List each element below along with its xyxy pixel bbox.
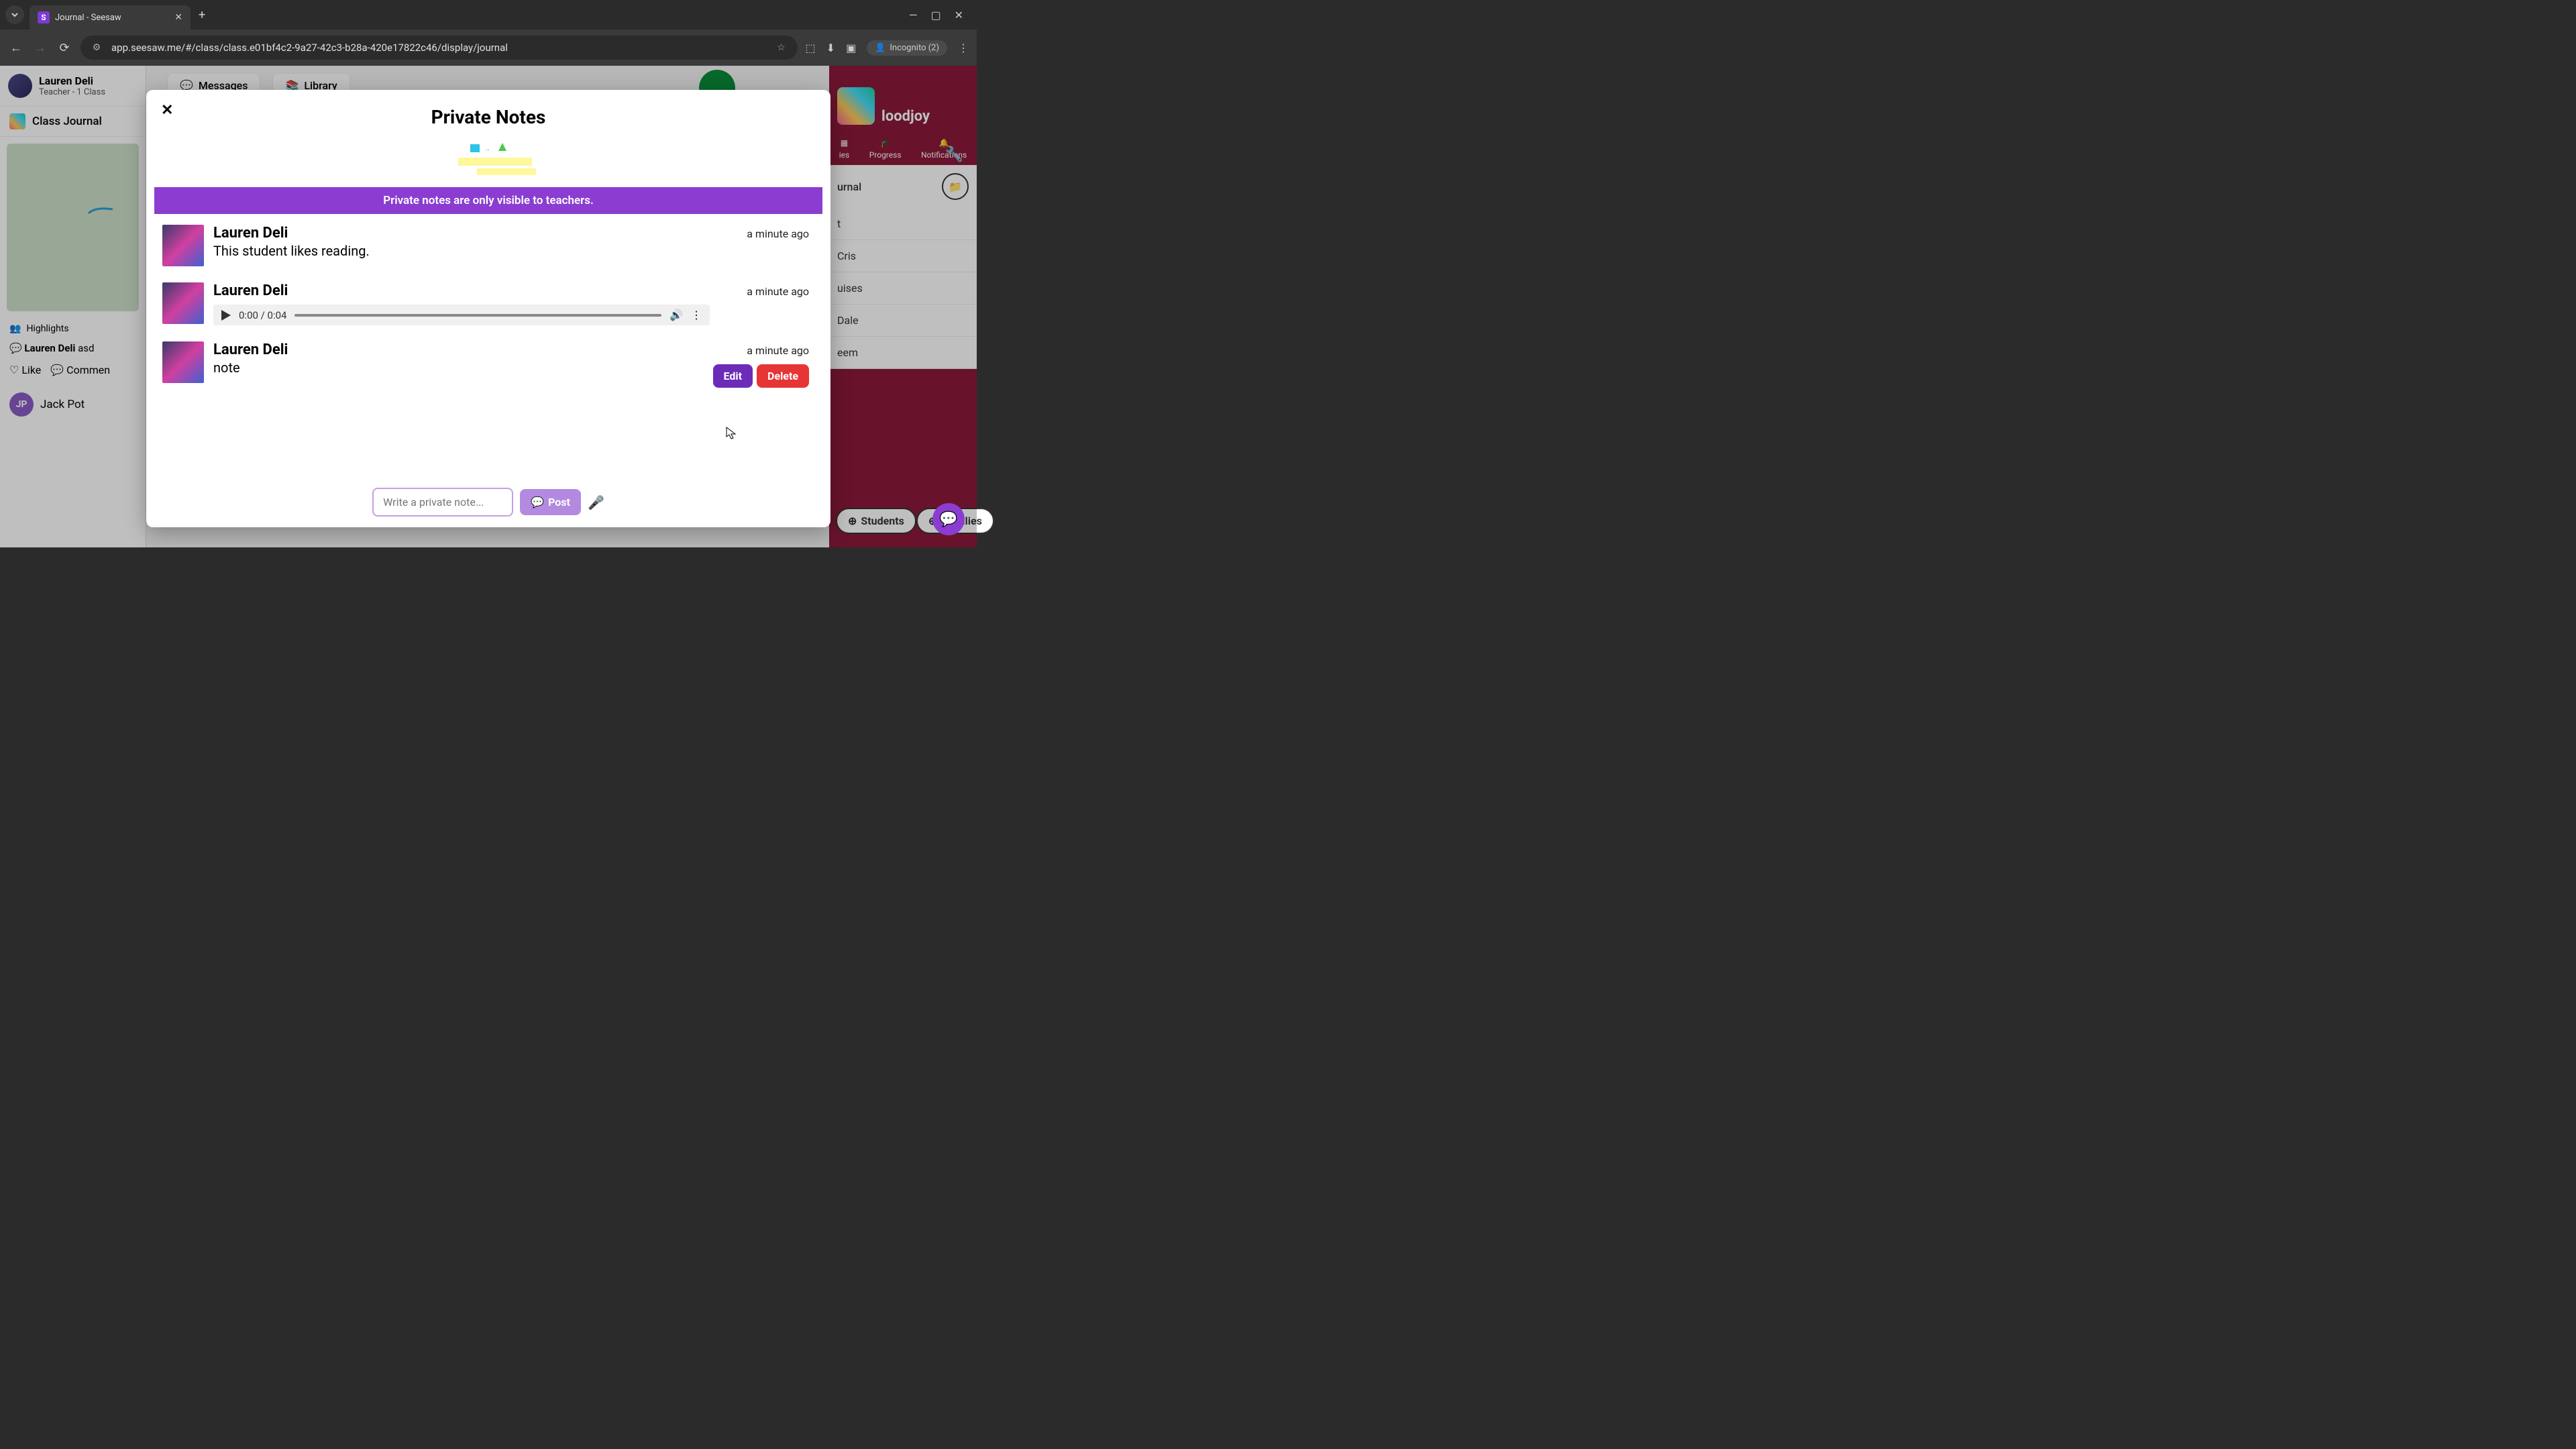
play-button[interactable]: [221, 310, 231, 321]
modal-title: Private Notes: [146, 90, 830, 136]
audio-menu-icon[interactable]: ⋮: [691, 309, 702, 321]
incognito-label: Incognito (2): [890, 43, 939, 53]
browser-tab-strip: S Journal - Seesaw ✕ + — ▢ ✕: [0, 0, 977, 30]
note-timestamp: a minute ago: [747, 227, 809, 240]
chat-bubble-icon: 💬: [939, 511, 957, 528]
thumb-highlight: [477, 168, 536, 175]
post-button[interactable]: 💬 Post: [520, 489, 581, 515]
url-text: app.seesaw.me/#/class/class.e01bf4c2-9a2…: [111, 42, 767, 54]
window-controls: — ▢ ✕: [909, 9, 971, 21]
tab-close-button[interactable]: ✕: [174, 12, 182, 23]
extensions-icon[interactable]: ⬚: [806, 42, 816, 54]
downloads-icon[interactable]: ⬇: [826, 42, 835, 54]
audio-scrubber[interactable]: [294, 314, 661, 317]
note-author: Lauren Deli: [213, 282, 814, 299]
note-avatar: [162, 341, 204, 383]
modal-close-button[interactable]: ✕: [161, 102, 173, 119]
modal-footer: 💬 Post 🎤: [146, 477, 830, 527]
maximize-button[interactable]: ▢: [930, 9, 941, 21]
site-settings-icon[interactable]: ⚙: [89, 40, 105, 56]
note-author: Lauren Deli: [213, 341, 814, 358]
note-text: This student likes reading.: [213, 243, 814, 259]
close-window-button[interactable]: ✕: [955, 9, 963, 21]
note-timestamp: a minute ago: [747, 344, 809, 357]
incognito-icon: 👤: [875, 43, 885, 53]
browser-tab[interactable]: S Journal - Seesaw ✕: [30, 5, 191, 30]
reload-button[interactable]: ⟳: [56, 41, 72, 55]
notes-list: Lauren Deli This student likes reading. …: [146, 214, 830, 477]
incognito-badge[interactable]: 👤 Incognito (2): [867, 40, 947, 56]
thumb-highlight: [458, 158, 532, 166]
chevron-down-icon: [11, 11, 19, 19]
edit-button[interactable]: Edit: [713, 364, 753, 388]
seesaw-favicon: S: [38, 11, 50, 23]
audio-player: 0:00 / 0:04 🔊 ⋮: [213, 305, 710, 325]
tab-title: Journal - Seesaw: [55, 13, 169, 23]
volume-icon[interactable]: 🔊: [669, 309, 683, 321]
visibility-banner: Private notes are only visible to teache…: [154, 187, 822, 214]
note-avatar: [162, 225, 204, 266]
note-actions: Edit Delete: [713, 364, 809, 388]
note-input[interactable]: [372, 488, 513, 517]
audio-time: 0:00 / 0:04: [239, 309, 286, 321]
tab-search-dropdown[interactable]: [5, 5, 24, 24]
help-chat-fab[interactable]: 💬: [932, 503, 965, 535]
microphone-button[interactable]: 🎤: [588, 494, 604, 511]
note-item: Lauren Deli 0:00 / 0:04 🔊 ⋮ a minute ago: [162, 282, 814, 325]
delete-button[interactable]: Delete: [757, 364, 809, 388]
thumb-triangle: [498, 143, 506, 151]
private-notes-modal: ✕ Private Notes → Private notes are only…: [146, 90, 830, 527]
chat-icon: 💬: [531, 496, 544, 508]
thumb-arrow: →: [484, 146, 490, 153]
new-tab-button[interactable]: +: [199, 8, 205, 22]
note-author: Lauren Deli: [213, 225, 814, 241]
minimize-button[interactable]: —: [909, 9, 918, 21]
note-item: Lauren Deli note a minute ago Edit Delet…: [162, 341, 814, 383]
note-timestamp: a minute ago: [747, 285, 809, 298]
forward-button[interactable]: →: [32, 41, 48, 55]
side-panel-icon[interactable]: ▣: [846, 42, 856, 54]
url-bar[interactable]: ⚙ app.seesaw.me/#/class/class.e01bf4c2-9…: [80, 36, 798, 60]
note-item: Lauren Deli This student likes reading. …: [162, 225, 814, 266]
address-bar: ← → ⟳ ⚙ app.seesaw.me/#/class/class.e01b…: [0, 30, 977, 66]
note-avatar: [162, 282, 204, 324]
back-button[interactable]: ←: [8, 41, 24, 55]
menu-icon[interactable]: ⋮: [958, 42, 969, 54]
bookmark-star-icon[interactable]: ☆: [773, 40, 790, 56]
thumb-shape: [470, 144, 480, 152]
work-thumbnail[interactable]: →: [438, 142, 539, 182]
